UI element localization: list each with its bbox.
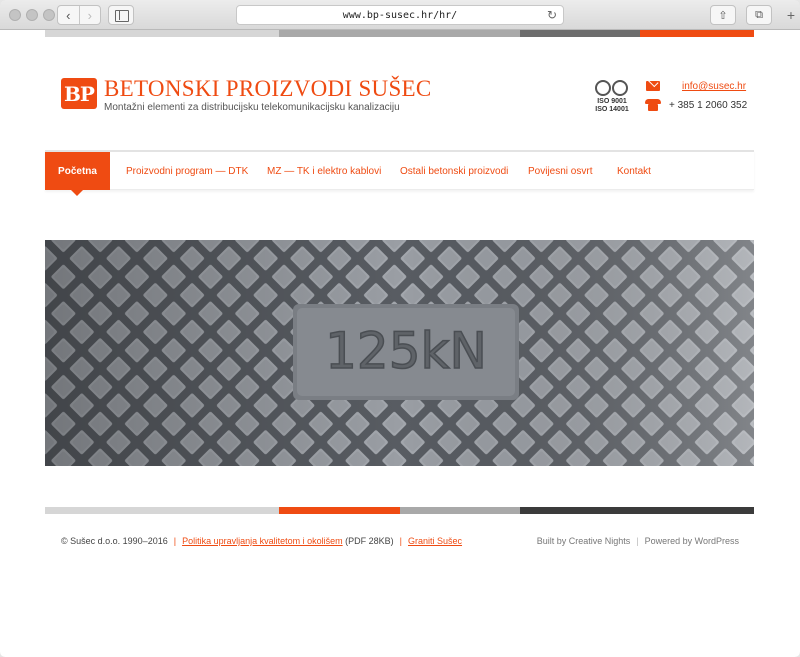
- browser-toolbar: ‹ › www.bp-susec.hr/hr/ ↻ ⇧ ⧉ +: [0, 0, 800, 30]
- color-segment: [45, 507, 279, 514]
- address-bar[interactable]: www.bp-susec.hr/hr/ ↻: [236, 5, 564, 25]
- history-buttons: ‹ ›: [57, 5, 101, 25]
- nav-item-kontakt[interactable]: Kontakt: [617, 152, 651, 190]
- iso-certification-badge: ISO 9001 ISO 14001: [592, 80, 632, 116]
- color-segment: [400, 507, 520, 514]
- powered-by-link[interactable]: Powered by WordPress: [645, 536, 739, 546]
- hero-image: 125kN: [45, 240, 754, 466]
- top-color-bar: [45, 30, 754, 37]
- nav-item-pocetna[interactable]: Početna: [45, 152, 110, 190]
- sidebar-toggle-icon[interactable]: [108, 5, 134, 25]
- email-link[interactable]: info@susec.hr: [682, 81, 746, 92]
- close-window-button[interactable]: [9, 9, 21, 21]
- phone-icon: [645, 99, 661, 111]
- plate-text: 125kN: [325, 322, 487, 380]
- color-segment: [279, 30, 520, 37]
- graniti-susec-link[interactable]: Graniti Sušec: [408, 536, 462, 546]
- browser-window: ‹ › www.bp-susec.hr/hr/ ↻ ⇧ ⧉ + BP BETON…: [0, 0, 800, 657]
- copyright-text: © Sušec d.o.o. 1990–2016: [61, 536, 168, 546]
- reload-icon[interactable]: ↻: [547, 8, 557, 22]
- color-segment: [520, 30, 640, 37]
- minimize-window-button[interactable]: [26, 9, 38, 21]
- phone-number: + 385 1 2060 352: [669, 100, 748, 111]
- footer-right: Built by Creative Nights | Powered by Wo…: [536, 536, 739, 546]
- web-page: BP BETONSKI PROIZVODI SUŠEC Montažni ele…: [0, 30, 800, 657]
- iso-9001-label: ISO 9001: [597, 98, 627, 105]
- nav-item-proizvodni-program[interactable]: Proizvodni program — DTK: [126, 152, 248, 190]
- color-segment: [640, 30, 754, 37]
- back-icon[interactable]: ‹: [58, 6, 79, 24]
- main-navigation: Početna Proizvodni program — DTK MZ — TK…: [45, 150, 754, 190]
- forward-icon[interactable]: ›: [78, 6, 101, 24]
- built-by-link[interactable]: Built by Creative Nights: [537, 536, 631, 546]
- nav-item-povijesni-osvrt[interactable]: Povijesni osvrt: [528, 152, 592, 190]
- nav-item-mz-kablovi[interactable]: MZ — TK i elektro kablovi: [267, 152, 381, 190]
- nav-item-ostali-proizvodi[interactable]: Ostali betonski proizvodi: [400, 152, 508, 190]
- policy-pdf-link[interactable]: Politika upravljanja kvalitetom i okoliš…: [182, 536, 343, 546]
- iso-14001-label: ISO 14001: [595, 106, 629, 113]
- active-nav-pointer-icon: [69, 188, 85, 196]
- site-logo[interactable]: BP: [61, 78, 97, 109]
- footer-left: © Sušec d.o.o. 1990–2016 | Politika upra…: [61, 536, 463, 546]
- site-title[interactable]: BETONSKI PROIZVODI SUŠEC: [104, 76, 432, 102]
- share-icon[interactable]: ⇧: [710, 5, 736, 25]
- policy-file-info: (PDF 28KB): [342, 536, 394, 546]
- envelope-icon: [646, 81, 660, 91]
- bottom-color-bar: [45, 507, 754, 514]
- manhole-cover-illustration: 125kN: [45, 240, 754, 466]
- new-tab-icon[interactable]: +: [782, 7, 800, 25]
- site-tagline: Montažni elementi za distribucijsku tele…: [104, 102, 400, 113]
- color-segment: [45, 30, 279, 37]
- iso-logo-icon: [595, 80, 629, 96]
- url-text: www.bp-susec.hr/hr/: [342, 9, 458, 21]
- zoom-window-button[interactable]: [43, 9, 55, 21]
- show-tabs-icon[interactable]: ⧉: [746, 5, 772, 25]
- color-segment: [279, 507, 400, 514]
- color-segment: [520, 507, 754, 514]
